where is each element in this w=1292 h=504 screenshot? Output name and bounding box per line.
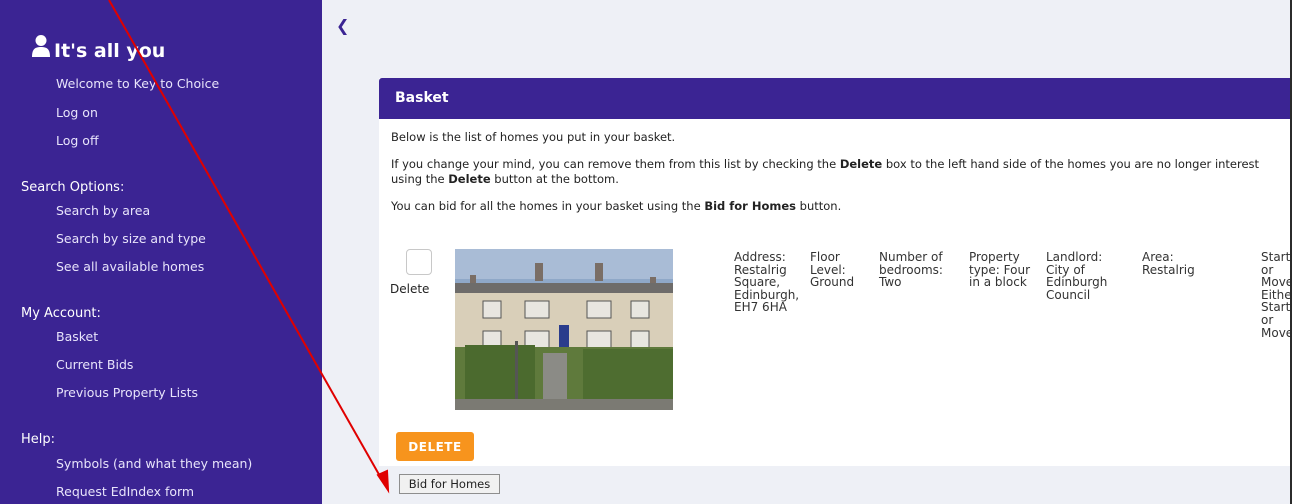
main-content: ❮ Basket Below is the list of homes you … <box>322 0 1292 504</box>
log-on-link[interactable]: Log on <box>56 105 98 120</box>
search-options-heading: Search Options: <box>21 180 125 195</box>
help-heading: Help: <box>21 432 56 447</box>
property-address: Address: Restalrig Square, Edinburgh, EH… <box>734 250 800 315</box>
sidebar-title-text: It's all you <box>54 40 166 62</box>
user-icon <box>31 34 51 62</box>
request-edindex-link[interactable]: Request EdIndex form <box>56 484 194 499</box>
intro-text: Below is the list of homes you put in yo… <box>391 130 676 144</box>
my-account-heading: My Account: <box>21 306 101 321</box>
property-bedrooms: Number of bedrooms: Two <box>879 250 943 290</box>
delete-checkbox-label: Delete <box>390 282 430 296</box>
current-bids-link[interactable]: Current Bids <box>56 357 133 372</box>
property-area: Area: Restalrig <box>1142 250 1195 277</box>
property-floor-level: Floor Level: Ground <box>810 250 855 290</box>
property-start-move: Start or Move Eithe Start or Move <box>1261 251 1290 340</box>
sidebar: It's all you Welcome to Key to Choice Lo… <box>0 0 322 504</box>
panel-title: Basket <box>379 78 1290 119</box>
see-all-homes-link[interactable]: See all available homes <box>56 259 204 274</box>
delete-checkbox[interactable] <box>406 249 432 275</box>
previous-property-lists-link[interactable]: Previous Property Lists <box>56 385 198 400</box>
property-photo[interactable] <box>455 249 673 410</box>
remove-instructions-line1: If you change your mind, you can remove … <box>391 157 1260 171</box>
property-type: Property type: Four in a block <box>969 250 1031 290</box>
welcome-link[interactable]: Welcome to Key to Choice <box>56 76 219 91</box>
basket-panel: Basket Below is the list of homes you pu… <box>379 78 1290 466</box>
chevron-left-icon[interactable]: ❮ <box>336 16 349 35</box>
delete-button[interactable]: DELETE <box>396 432 474 461</box>
property-landlord: Landlord: City of Edinburgh Council <box>1046 250 1108 302</box>
search-by-size-link[interactable]: Search by size and type <box>56 231 206 246</box>
basket-link[interactable]: Basket <box>56 329 98 344</box>
log-off-link[interactable]: Log off <box>56 133 99 148</box>
search-by-area-link[interactable]: Search by area <box>56 203 150 218</box>
bid-instructions: You can bid for all the homes in your ba… <box>391 199 842 213</box>
symbols-link[interactable]: Symbols (and what they mean) <box>56 456 252 471</box>
sidebar-title: It's all you <box>31 34 165 62</box>
bid-for-homes-button[interactable]: Bid for Homes <box>399 474 500 494</box>
remove-instructions-line2: using the Delete button at the bottom. <box>391 172 619 186</box>
